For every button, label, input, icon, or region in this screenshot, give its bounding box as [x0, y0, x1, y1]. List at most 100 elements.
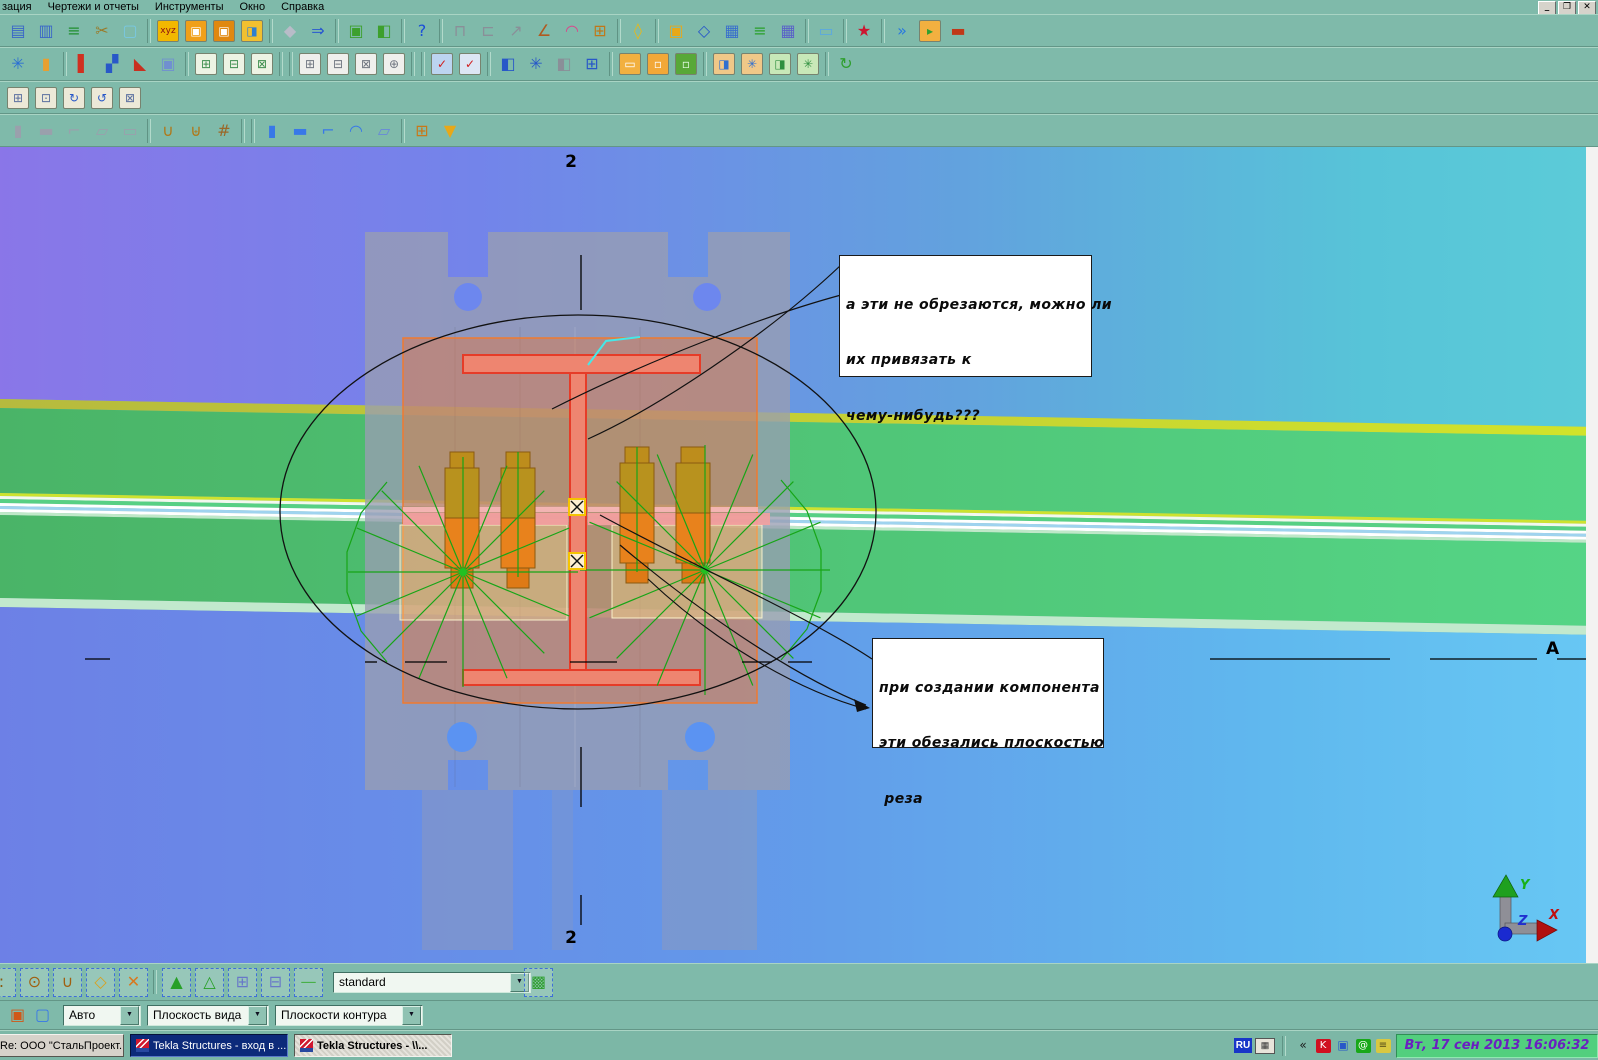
import-icon[interactable]: ▸ — [917, 18, 943, 44]
check-view-1-icon[interactable]: ✓ — [429, 51, 455, 77]
pick-object-face-icon[interactable]: ▢ — [31, 1004, 54, 1027]
concrete-polybeam-icon[interactable]: ⌐ — [315, 118, 341, 144]
report-icon[interactable]: ≡ — [61, 18, 87, 44]
view-doc-grid-icon[interactable]: ⊞ — [579, 51, 605, 77]
snap-cross-icon[interactable]: ✕ — [119, 968, 148, 997]
part-view-blue-1-icon[interactable]: ◨ — [711, 51, 737, 77]
taskbar-button-tekla-active[interactable]: Tekla Structures - вход в ... — [130, 1034, 288, 1057]
zoom-original-icon[interactable]: ⊡ — [33, 85, 59, 111]
mail-agent-icon[interactable]: @ — [1354, 1037, 1372, 1054]
clean-drawing-icon[interactable]: ▬ — [945, 18, 971, 44]
column-icon[interactable]: ▮ — [5, 118, 31, 144]
measure-vertical-icon[interactable]: ⊏ — [475, 18, 501, 44]
pan-icon[interactable]: ⊞ — [5, 85, 31, 111]
cut-icon[interactable]: ✂ — [89, 18, 115, 44]
select-area-icon[interactable]: ▢ — [117, 18, 143, 44]
view-plane-combo[interactable]: Плоскость вида ▼ — [147, 1005, 269, 1026]
model-browser-icon[interactable]: ▦ — [719, 18, 745, 44]
folder-doc-1-icon[interactable]: ▭ — [617, 51, 643, 77]
create-point-icon[interactable]: ◆ — [277, 18, 303, 44]
weld-icon[interactable]: ▼ — [437, 118, 463, 144]
assembly-hierarchy-icon[interactable]: ◇ — [691, 18, 717, 44]
concrete-column-icon[interactable]: ▮ — [259, 118, 285, 144]
dropdown-arrow-icon[interactable]: ▼ — [402, 1006, 421, 1025]
save-model-icon[interactable]: ▣ — [211, 18, 237, 44]
render-part-icon[interactable]: ▮ — [33, 51, 59, 77]
taskbar-button-mail[interactable]: Re: ООО "СтальПроект... — [0, 1034, 124, 1057]
concrete-slab-icon[interactable]: ▱ — [371, 118, 397, 144]
menu-item-0[interactable]: зация — [0, 0, 40, 14]
measure-horizontal-icon[interactable]: ⊓ — [447, 18, 473, 44]
view-window-icon[interactable]: ▤ — [5, 18, 31, 44]
taskbar-clock[interactable]: Вт, 17 сен 2013 16:06:32 — [1396, 1034, 1598, 1058]
snap-intersection-icon[interactable]: ⊞ — [228, 968, 257, 997]
part-view-green-1-icon[interactable]: ◨ — [767, 51, 793, 77]
beam-icon[interactable]: ▬ — [33, 118, 59, 144]
snap-profile-icon[interactable]: ∪ — [53, 968, 82, 997]
update-window-icon[interactable]: ↻ — [833, 51, 859, 77]
slab-icon[interactable]: ▭ — [117, 118, 143, 144]
model-viewport[interactable]: 2 2 A Y Z X а эти не обрезаются, можно л… — [0, 147, 1598, 963]
plate-icon[interactable]: ▱ — [89, 118, 115, 144]
view-doc-gray-icon[interactable]: ◧ — [551, 51, 577, 77]
anchor-bolt-icon[interactable]: ⊎ — [183, 118, 209, 144]
dropdown-arrow-icon[interactable]: ▼ — [248, 1006, 267, 1025]
snap-plane-icon[interactable]: ◇ — [86, 968, 115, 997]
set-square-icon[interactable]: ◣ — [127, 51, 153, 77]
menu-item-2[interactable]: Инструменты — [147, 0, 232, 14]
bolt-group-icon[interactable]: ⊞ — [409, 118, 435, 144]
snap-nearest-icon[interactable]: — — [294, 968, 323, 997]
center-view-icon[interactable]: ⊠ — [117, 85, 143, 111]
network-icon[interactable]: ▣ — [1334, 1037, 1352, 1054]
new-view-icon[interactable]: ◨ — [239, 18, 265, 44]
bolt-icon[interactable]: ∪ — [155, 118, 181, 144]
fit-work-area-green-3-icon[interactable]: ⊠ — [249, 51, 275, 77]
move-point-icon[interactable]: ⇒ — [305, 18, 331, 44]
keyboard-icon[interactable]: ▦ — [1255, 1038, 1275, 1054]
snap-ref-points-icon[interactable]: : — [0, 968, 16, 997]
view-doc-blue-icon[interactable]: ◧ — [495, 51, 521, 77]
concrete-beam-icon[interactable]: ▬ — [287, 118, 313, 144]
xyz-point-icon[interactable]: xyz — [155, 18, 181, 44]
collapse-tray-icon[interactable]: « — [1294, 1037, 1312, 1054]
menu-item-4[interactable]: Справка — [273, 0, 332, 14]
divide-part-icon[interactable]: ▞ — [99, 51, 125, 77]
handle-point-1[interactable] — [569, 499, 585, 515]
pick-plane-icon[interactable]: ▣ — [6, 1004, 29, 1027]
part-view-green-2-icon[interactable]: ✳ — [795, 51, 821, 77]
open-model-icon[interactable]: ▣ — [183, 18, 209, 44]
properties-icon[interactable]: ▥ — [33, 18, 59, 44]
snap-bolt-icon[interactable]: ⊙ — [20, 968, 49, 997]
fit-gray-4-icon[interactable]: ⊕ — [381, 51, 407, 77]
mesh-icon[interactable]: # — [211, 118, 237, 144]
phase-manager-icon[interactable]: ▦ — [775, 18, 801, 44]
snap-midpoint-icon[interactable]: △ — [195, 968, 224, 997]
folder-doc-2-icon[interactable]: ▫ — [645, 51, 671, 77]
fit-work-area-green-2-icon[interactable]: ⊟ — [221, 51, 247, 77]
rotate-cw-icon[interactable]: ↻ — [61, 85, 87, 111]
taskbar-button-tekla-second[interactable]: Tekla Structures - \\... — [294, 1034, 452, 1057]
interrupt-icon[interactable]: ▩ — [524, 968, 553, 997]
add-symbol-icon[interactable]: ◊ — [625, 18, 651, 44]
depth-mode-combo[interactable]: Авто ▼ — [63, 1005, 141, 1026]
fit-work-area-green-1-icon[interactable]: ⊞ — [193, 51, 219, 77]
menu-item-3[interactable]: Окно — [232, 0, 274, 14]
measure-bolt-icon[interactable]: ⊞ — [587, 18, 613, 44]
check-view-2-icon[interactable]: ✓ — [457, 51, 483, 77]
copy-object-icon[interactable]: ▣ — [663, 18, 689, 44]
curved-beam-icon[interactable]: ◠ — [343, 118, 369, 144]
kaspersky-icon[interactable]: K — [1314, 1037, 1332, 1054]
printer-icon[interactable]: ≡ — [1374, 1037, 1392, 1054]
copy-icon[interactable]: ▣ — [343, 18, 369, 44]
view-doc-snow-icon[interactable]: ✳ — [523, 51, 549, 77]
measure-angle-icon[interactable]: ∠ — [531, 18, 557, 44]
polybeam-icon[interactable]: ⌐ — [61, 118, 87, 144]
tekla-flag-icon[interactable]: ★ — [851, 18, 877, 44]
handle-point-2[interactable] — [569, 553, 585, 569]
inquire-icon[interactable]: ? — [409, 18, 435, 44]
contour-plane-combo[interactable]: Плоскости контура ▼ — [275, 1005, 423, 1026]
task-list-icon[interactable]: ≡ — [747, 18, 773, 44]
measure-arc-icon[interactable]: ◠ — [559, 18, 585, 44]
snapshot-icon[interactable]: ▭ — [813, 18, 839, 44]
rotate-ccw-icon[interactable]: ↺ — [89, 85, 115, 111]
